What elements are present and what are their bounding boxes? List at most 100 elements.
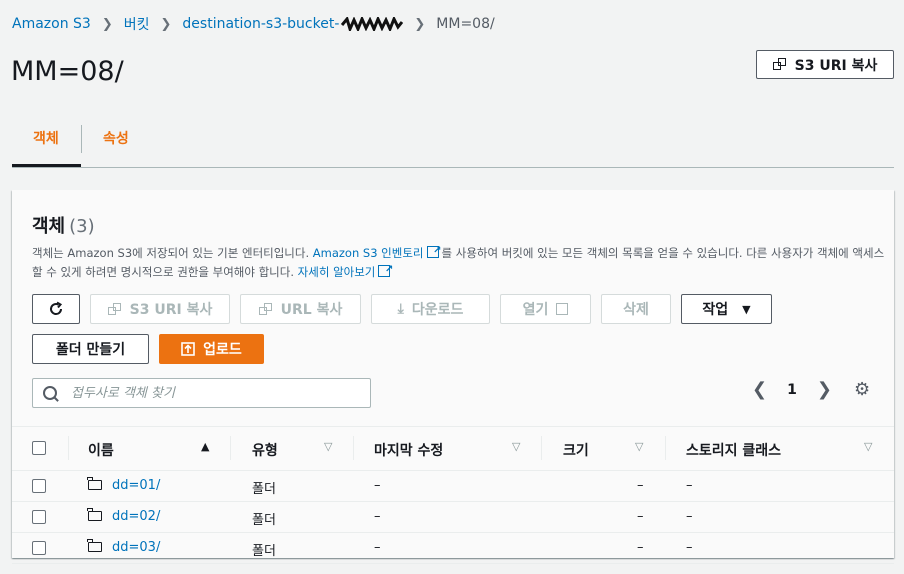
actions-label: 작업 <box>702 299 728 319</box>
open-label: 열기 <box>523 299 549 319</box>
desc-text-1: 객체는 Amazon S3에 저장되어 있는 기본 엔터티입니다. <box>32 246 313 260</box>
copy-s3-uri-label: S3 URI 복사 <box>130 299 213 319</box>
actions-dropdown[interactable]: 작업 ▼ <box>681 294 772 324</box>
object-modified: – <box>374 540 381 555</box>
tab-active-indicator <box>12 164 81 167</box>
refresh-icon <box>48 301 64 317</box>
tab-divider <box>81 125 82 153</box>
folder-icon <box>88 542 102 552</box>
column-divider <box>665 436 666 460</box>
breadcrumb-bucket-label: destination-s3-bucket- <box>182 16 339 32</box>
object-type: 폴더 <box>252 509 276 528</box>
breadcrumb-amazon-s3[interactable]: Amazon S3 <box>12 16 91 32</box>
object-name-link[interactable]: dd=03/ <box>112 540 160 555</box>
search-box <box>32 378 371 408</box>
copy-s3-uri-header-label: S3 URI 복사 <box>795 55 878 75</box>
object-size: – <box>637 478 644 493</box>
object-name-link[interactable]: dd=02/ <box>112 509 160 524</box>
tab-properties-label: 속성 <box>103 131 129 147</box>
column-name[interactable]: 이름 <box>88 440 114 460</box>
redaction-scribble <box>341 17 403 31</box>
delete-button[interactable]: 삭제 <box>601 294 671 324</box>
column-divider <box>353 436 354 460</box>
copy-url-button[interactable]: URL 복사 <box>240 294 361 324</box>
row-checkbox[interactable] <box>32 479 46 493</box>
breadcrumb-current: MM=08/ <box>436 16 494 32</box>
column-divider <box>541 436 542 460</box>
table-row[interactable]: dd=01/ 폴더 – – – <box>12 471 894 502</box>
column-type[interactable]: 유형 <box>252 440 278 460</box>
open-button[interactable]: 열기 <box>500 294 591 324</box>
copy-url-label: URL 복사 <box>281 299 343 319</box>
refresh-button[interactable] <box>32 294 80 324</box>
objects-table: 이름 ▲ 유형 ▽ 마지막 수정 ▽ 크기 ▽ 스토리지 클래스 ▽ dd=01… <box>12 426 894 564</box>
objects-count: (3) <box>69 216 95 237</box>
table-row[interactable]: dd=03/ 폴더 – – – <box>12 533 894 564</box>
tab-properties[interactable]: 속성 <box>103 128 129 148</box>
chevron-right-icon[interactable]: ❯ <box>817 379 832 400</box>
copy-icon <box>108 303 122 316</box>
chevron-right-icon: ❯ <box>414 17 425 32</box>
caret-down-icon: ▼ <box>742 303 750 316</box>
download-button[interactable]: ⤓ 다운로드 <box>371 294 490 324</box>
objects-panel: 객체(3) 객체는 Amazon S3에 저장되어 있는 기본 엔터티입니다. … <box>12 190 894 558</box>
learn-more-link[interactable]: 자세히 알아보기 <box>298 265 376 279</box>
breadcrumb-buckets[interactable]: 버킷 <box>124 14 150 34</box>
copy-icon <box>259 303 273 316</box>
breadcrumb-bucket[interactable]: destination-s3-bucket- <box>182 16 403 32</box>
download-label: 다운로드 <box>412 299 464 319</box>
object-storage-class: – <box>686 540 693 555</box>
tab-objects-label: 객체 <box>33 131 59 147</box>
external-link-icon <box>378 265 390 277</box>
objects-description: 객체는 Amazon S3에 저장되어 있는 기본 엔터티입니다. Amazon… <box>32 244 892 282</box>
column-size[interactable]: 크기 <box>563 440 589 460</box>
column-last-modified[interactable]: 마지막 수정 <box>374 440 443 460</box>
chevron-left-icon[interactable]: ❮ <box>752 379 767 400</box>
pagination: ❮ 1 ❯ <box>752 379 832 400</box>
table-header: 이름 ▲ 유형 ▽ 마지막 수정 ▽ 크기 ▽ 스토리지 클래스 ▽ <box>12 426 894 471</box>
tab-objects[interactable]: 객체 <box>33 128 59 148</box>
column-storage-class[interactable]: 스토리지 클래스 <box>686 440 781 460</box>
select-all-checkbox[interactable] <box>32 441 46 455</box>
folder-icon <box>88 511 102 521</box>
upload-label: 업로드 <box>203 339 242 359</box>
sort-icon[interactable]: ▽ <box>864 440 872 453</box>
download-icon: ⤓ <box>398 301 404 317</box>
object-size: – <box>637 540 644 555</box>
search-input[interactable] <box>69 385 363 402</box>
object-type: 폴더 <box>252 540 276 559</box>
create-folder-label: 폴더 만들기 <box>56 339 125 359</box>
column-divider <box>230 436 231 460</box>
sort-icon[interactable]: ▽ <box>512 440 520 453</box>
upload-icon <box>181 342 195 356</box>
gear-icon[interactable]: ⚙ <box>854 379 870 400</box>
sort-icon[interactable]: ▽ <box>635 440 643 453</box>
chevron-right-icon: ❯ <box>161 17 172 32</box>
sort-icon[interactable]: ▽ <box>324 440 332 453</box>
copy-s3-uri-header-button[interactable]: S3 URI 복사 <box>756 50 894 79</box>
objects-heading: 객체(3) <box>32 212 95 238</box>
object-name-link[interactable]: dd=01/ <box>112 478 160 493</box>
search-icon <box>43 386 57 400</box>
create-folder-button[interactable]: 폴더 만들기 <box>32 334 149 364</box>
upload-button[interactable]: 업로드 <box>159 334 264 364</box>
copy-s3-uri-button[interactable]: S3 URI 복사 <box>90 294 230 324</box>
breadcrumb: Amazon S3 ❯ 버킷 ❯ destination-s3-bucket- … <box>12 14 495 34</box>
tabs: 객체 속성 <box>12 120 894 168</box>
sort-ascending-icon[interactable]: ▲ <box>201 440 209 453</box>
objects-title: 객체 <box>32 216 65 237</box>
page-number[interactable]: 1 <box>787 382 797 398</box>
object-storage-class: – <box>686 478 693 493</box>
object-storage-class: – <box>686 509 693 524</box>
inventory-link[interactable]: Amazon S3 인벤토리 <box>313 246 424 260</box>
delete-label: 삭제 <box>623 299 649 319</box>
row-checkbox[interactable] <box>32 510 46 524</box>
folder-icon <box>88 480 102 490</box>
table-row[interactable]: dd=02/ 폴더 – – – <box>12 502 894 533</box>
external-link-icon <box>556 303 568 315</box>
row-checkbox[interactable] <box>32 541 46 555</box>
object-modified: – <box>374 509 381 524</box>
page-title: MM=08/ <box>11 56 124 87</box>
external-link-icon <box>427 246 439 258</box>
column-divider <box>68 436 69 460</box>
